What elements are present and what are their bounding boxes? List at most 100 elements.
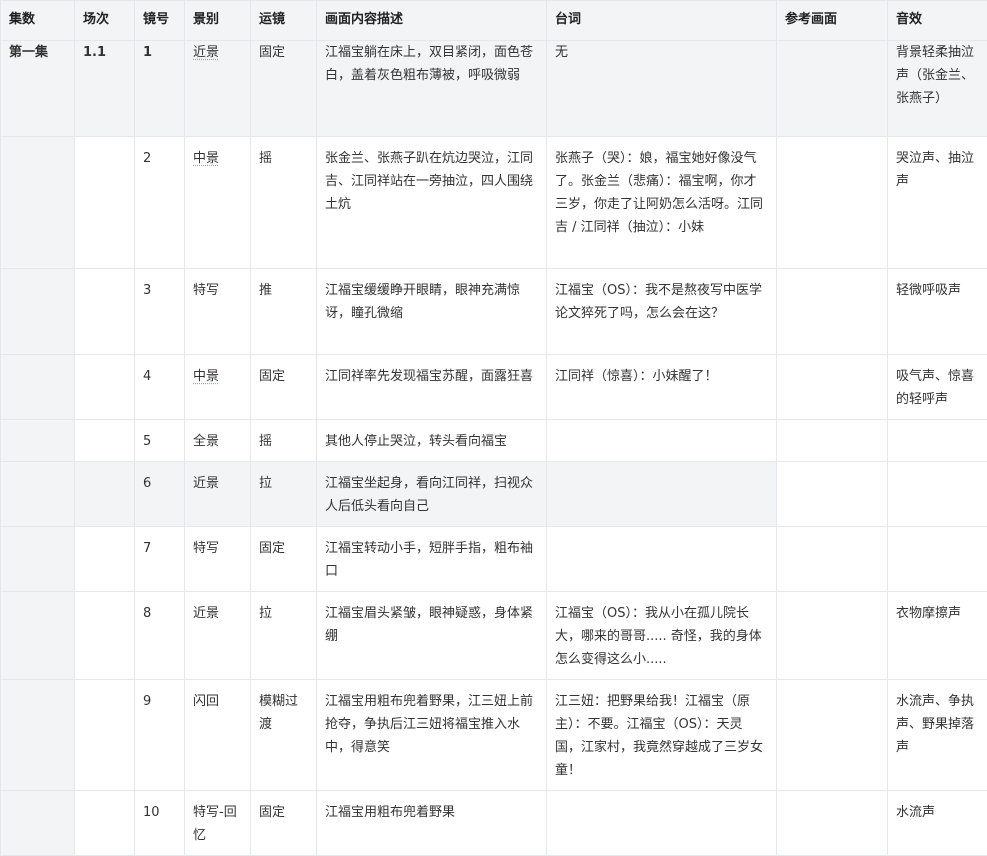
cell-episode[interactable]	[1, 355, 75, 420]
cell-size[interactable]: 特写	[185, 269, 251, 355]
cell-episode[interactable]	[1, 592, 75, 680]
cell-description[interactable]: 江福宝躺在床上，双目紧闭，面色苍白，盖着灰色粗布薄被，呼吸微弱	[317, 41, 547, 137]
cell-reference[interactable]	[777, 791, 888, 856]
cell-shot[interactable]: 7	[135, 527, 185, 592]
cell-reference[interactable]	[777, 680, 888, 791]
cell-dialogue[interactable]: 江同祥（惊喜）：小妹醒了！	[547, 355, 777, 420]
cell-dialogue[interactable]: 无	[547, 41, 777, 137]
cell-scene[interactable]	[75, 680, 135, 791]
cell-move[interactable]: 摇	[251, 137, 317, 269]
cell-dialogue[interactable]: 江三妞：把野果给我！江福宝（原主）：不要。江福宝（OS）：天灵国，江家村，我竟然…	[547, 680, 777, 791]
cell-dialogue[interactable]: 江福宝（OS）：我不是熬夜写中医学论文猝死了吗，怎么会在这？	[547, 269, 777, 355]
col-header-move[interactable]: 运镜	[251, 1, 317, 41]
cell-sound[interactable]: 水流声	[888, 791, 987, 856]
cell-episode[interactable]	[1, 137, 75, 269]
cell-move[interactable]: 摇	[251, 420, 317, 462]
cell-sound[interactable]: 衣物摩擦声	[888, 592, 987, 680]
cell-reference[interactable]	[777, 41, 888, 137]
cell-scene[interactable]: 1.1	[75, 41, 135, 137]
cell-dialogue[interactable]	[547, 420, 777, 462]
cell-size[interactable]: 近景	[185, 462, 251, 527]
cell-description[interactable]: 江同祥率先发现福宝苏醒，面露狂喜	[317, 355, 547, 420]
cell-scene[interactable]	[75, 527, 135, 592]
cell-move[interactable]: 拉	[251, 462, 317, 527]
cell-move[interactable]: 拉	[251, 592, 317, 680]
cell-sound[interactable]	[888, 462, 987, 527]
cell-description[interactable]: 江福宝缓缓睁开眼睛，眼神充满惊讶，瞳孔微缩	[317, 269, 547, 355]
cell-shot[interactable]: 4	[135, 355, 185, 420]
cell-sound[interactable]: 哭泣声、抽泣声	[888, 137, 987, 269]
cell-size[interactable]: 中景	[185, 355, 251, 420]
cell-dialogue[interactable]: 张燕子（哭）：娘，福宝她好像没气了。张金兰（悲痛）：福宝啊，你才三岁，你走了让阿…	[547, 137, 777, 269]
cell-sound[interactable]	[888, 420, 987, 462]
cell-shot[interactable]: 5	[135, 420, 185, 462]
cell-size[interactable]: 特写	[185, 527, 251, 592]
cell-scene[interactable]	[75, 269, 135, 355]
cell-shot[interactable]: 9	[135, 680, 185, 791]
cell-scene[interactable]	[75, 791, 135, 856]
cell-shot[interactable]: 6	[135, 462, 185, 527]
col-header-sound[interactable]: 音效	[888, 1, 987, 41]
cell-episode[interactable]	[1, 680, 75, 791]
col-header-shot[interactable]: 镜号	[135, 1, 185, 41]
cell-shot[interactable]: 3	[135, 269, 185, 355]
col-header-reference[interactable]: 参考画面	[777, 1, 888, 41]
cell-size[interactable]: 近景	[185, 592, 251, 680]
cell-sound[interactable]	[888, 527, 987, 592]
cell-reference[interactable]	[777, 462, 888, 527]
cell-description[interactable]: 江福宝眉头紧皱，眼神疑惑，身体紧绷	[317, 592, 547, 680]
cell-size[interactable]: 全景	[185, 420, 251, 462]
cell-episode[interactable]	[1, 269, 75, 355]
cell-size[interactable]: 中景	[185, 137, 251, 269]
cell-dialogue[interactable]	[547, 527, 777, 592]
cell-scene[interactable]	[75, 592, 135, 680]
cell-dialogue[interactable]	[547, 791, 777, 856]
cell-scene[interactable]	[75, 137, 135, 269]
cell-description[interactable]: 江福宝用粗布兜着野果	[317, 791, 547, 856]
cell-episode[interactable]: 第一集	[1, 41, 75, 137]
cell-episode[interactable]	[1, 462, 75, 527]
cell-move[interactable]: 固定	[251, 355, 317, 420]
cell-move[interactable]: 固定	[251, 527, 317, 592]
cell-move[interactable]: 推	[251, 269, 317, 355]
cell-size[interactable]: 特写-回忆	[185, 791, 251, 856]
cell-description[interactable]: 张金兰、张燕子趴在炕边哭泣，江同吉、江同祥站在一旁抽泣，四人围绕土炕	[317, 137, 547, 269]
col-header-description[interactable]: 画面内容描述	[317, 1, 547, 41]
cell-shot[interactable]: 10	[135, 791, 185, 856]
cell-move[interactable]: 固定	[251, 791, 317, 856]
cell-move[interactable]: 模糊过渡	[251, 680, 317, 791]
cell-reference[interactable]	[777, 137, 888, 269]
cell-episode[interactable]	[1, 527, 75, 592]
cell-description[interactable]: 江福宝用粗布兜着野果，江三妞上前抢夺，争执后江三妞将福宝推入水中，得意笑	[317, 680, 547, 791]
cell-size[interactable]: 闪回	[185, 680, 251, 791]
col-header-dialogue[interactable]: 台词	[547, 1, 777, 41]
cell-episode[interactable]	[1, 791, 75, 856]
cell-move[interactable]: 固定	[251, 41, 317, 137]
cell-dialogue[interactable]: 江福宝（OS）：我从小在孤儿院长大，哪来的哥哥..... 奇怪，我的身体怎么变得…	[547, 592, 777, 680]
cell-reference[interactable]	[777, 592, 888, 680]
cell-sound[interactable]: 背景轻柔抽泣声（张金兰、张燕子）	[888, 41, 987, 137]
col-header-size[interactable]: 景别	[185, 1, 251, 41]
cell-size[interactable]: 近景	[185, 41, 251, 137]
cell-sound[interactable]: 水流声、争执声、野果掉落声	[888, 680, 987, 791]
cell-sound[interactable]: 吸气声、惊喜的轻呼声	[888, 355, 987, 420]
cell-reference[interactable]	[777, 527, 888, 592]
cell-shot[interactable]: 8	[135, 592, 185, 680]
cell-reference[interactable]	[777, 420, 888, 462]
cell-description[interactable]: 江福宝转动小手，短胖手指，粗布袖口	[317, 527, 547, 592]
cell-description[interactable]: 江福宝坐起身，看向江同祥，扫视众人后低头看向自己	[317, 462, 547, 527]
cell-scene[interactable]	[75, 355, 135, 420]
col-header-scene[interactable]: 场次	[75, 1, 135, 41]
cell-scene[interactable]	[75, 462, 135, 527]
cell-reference[interactable]	[777, 269, 888, 355]
cell-episode[interactable]	[1, 420, 75, 462]
cell-shot[interactable]: 1	[135, 41, 185, 137]
cell-shot[interactable]: 2	[135, 137, 185, 269]
table-row: 5 全景 摇 其他人停止哭泣，转头看向福宝	[1, 420, 987, 462]
cell-sound[interactable]: 轻微呼吸声	[888, 269, 987, 355]
cell-reference[interactable]	[777, 355, 888, 420]
col-header-episode[interactable]: 集数	[1, 1, 75, 41]
cell-scene[interactable]	[75, 420, 135, 462]
cell-dialogue[interactable]	[547, 462, 777, 527]
cell-description[interactable]: 其他人停止哭泣，转头看向福宝	[317, 420, 547, 462]
